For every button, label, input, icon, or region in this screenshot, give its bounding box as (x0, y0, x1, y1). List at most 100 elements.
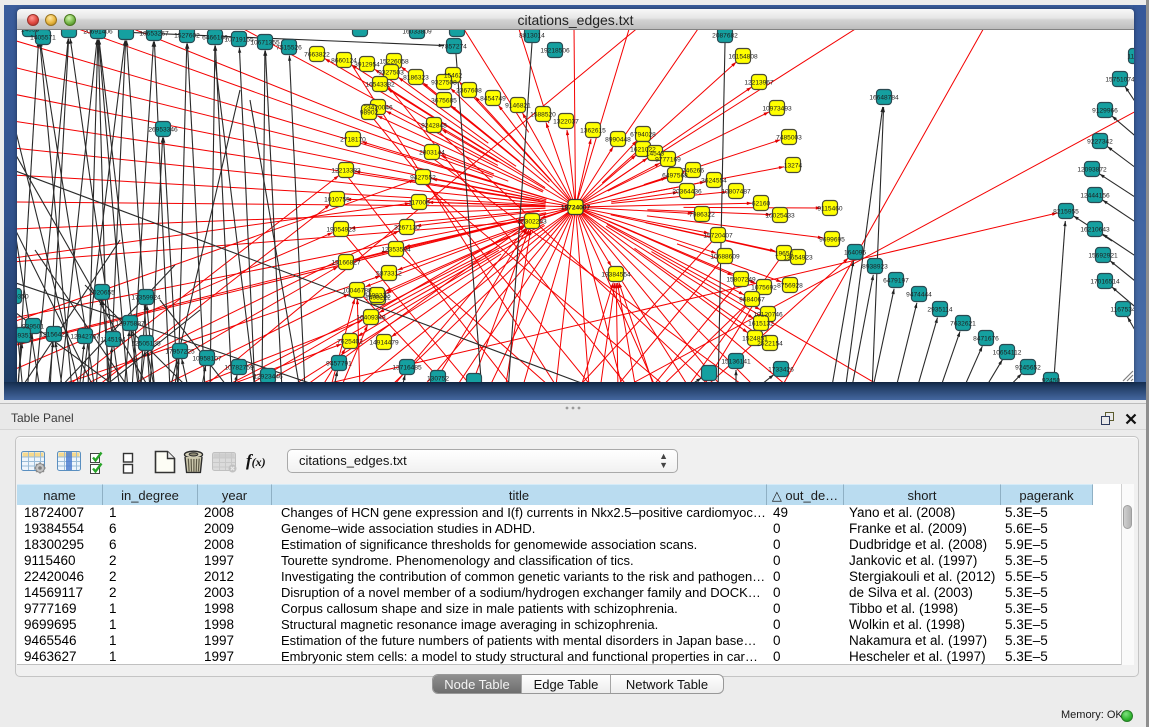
svg-text:12942737: 12942737 (70, 334, 100, 341)
svg-text:10120746: 10120746 (753, 312, 783, 319)
svg-text:16543382: 16543382 (365, 82, 395, 89)
svg-text:7515526: 7515526 (276, 45, 302, 52)
svg-text:25302283: 25302283 (517, 219, 547, 226)
svg-text:6479197: 6479197 (883, 278, 909, 285)
svg-text:17957225: 17957225 (165, 349, 195, 356)
svg-text:7986322: 7986322 (689, 212, 715, 219)
svg-text:17016514: 17016514 (1090, 279, 1120, 286)
svg-text:10807487: 10807487 (721, 189, 751, 196)
svg-text:9684067: 9684067 (739, 297, 765, 304)
svg-text:164095: 164095 (844, 250, 866, 257)
svg-text:939501: 939501 (22, 324, 44, 331)
svg-text:26260350: 26260350 (17, 294, 29, 301)
svg-text:8471676: 8471676 (973, 336, 999, 343)
svg-text:20364436: 20364436 (672, 189, 702, 196)
svg-text:16648784: 16648784 (869, 95, 899, 102)
svg-text:8215955: 8215955 (1053, 209, 1079, 216)
svg-text:8813014: 8813014 (519, 33, 545, 40)
svg-text:1075692: 1075692 (751, 285, 777, 292)
svg-text:9457791: 9457791 (326, 361, 352, 368)
svg-text:19166827: 19166827 (331, 260, 361, 267)
svg-text:12213383: 12213383 (331, 168, 361, 175)
svg-text:9327508: 9327508 (431, 80, 457, 87)
svg-text:12444156: 12444156 (1080, 193, 1110, 200)
svg-text:13716485: 13716485 (392, 365, 422, 372)
svg-text:1010755: 1010755 (324, 197, 350, 204)
svg-text:2718170: 2718170 (340, 137, 366, 144)
svg-text:9699695: 9699695 (819, 237, 845, 244)
svg-text:2803144: 2803144 (419, 150, 445, 157)
svg-text:3675685: 3675685 (431, 98, 457, 105)
svg-text:20691406: 20691406 (83, 30, 113, 36)
svg-text:13654923: 13654923 (783, 255, 813, 262)
svg-text:9129966: 9129966 (1092, 108, 1118, 115)
svg-text:2935114: 2935114 (927, 307, 953, 314)
svg-text:12156429: 12156429 (39, 332, 69, 339)
svg-text:130752: 130752 (427, 376, 449, 383)
svg-text:19384554: 19384554 (601, 272, 631, 279)
svg-text:1405571: 1405571 (30, 35, 56, 42)
svg-text:16033809: 16033809 (402, 30, 432, 36)
svg-text:15462: 15462 (444, 73, 463, 80)
svg-text:19054923: 19054923 (326, 227, 356, 234)
svg-text:1362615: 1362615 (580, 128, 606, 135)
svg-text:17359924: 17359924 (131, 295, 161, 302)
svg-text:14055: 14055 (21, 30, 40, 34)
svg-text:9474444: 9474444 (906, 292, 932, 299)
svg-text:7663822: 7663822 (304, 52, 330, 59)
svg-text:10025433: 10025433 (765, 213, 795, 220)
svg-text:9146821: 9146821 (505, 103, 531, 110)
svg-text:15751074: 15751074 (1105, 77, 1134, 84)
svg-text:11125: 11125 (1127, 54, 1134, 61)
svg-text:117006: 117006 (408, 200, 430, 207)
svg-text:1527602: 1527602 (174, 33, 200, 40)
svg-text:13975887: 13975887 (115, 321, 145, 328)
svg-text:9115460: 9115460 (817, 206, 843, 213)
svg-text:19218506: 19218506 (540, 48, 570, 55)
svg-text:10653267: 10653267 (139, 31, 169, 38)
svg-text:98902: 98902 (360, 110, 379, 117)
svg-text:10958107: 10958107 (192, 356, 222, 363)
svg-text:15720407: 15720407 (703, 233, 733, 240)
svg-text:13274: 13274 (784, 163, 803, 170)
svg-text:15136141: 15136141 (721, 359, 751, 366)
svg-text:9242848: 9242848 (421, 123, 447, 130)
svg-text:7485003: 7485003 (776, 135, 802, 142)
svg-text:15226058: 15226058 (379, 59, 409, 66)
svg-text:10654112: 10654112 (993, 350, 1022, 357)
svg-text:10973493: 10973493 (762, 106, 792, 113)
svg-text:10782759: 10782759 (224, 365, 254, 372)
svg-text:5498222: 5498222 (364, 293, 390, 300)
svg-text:1145194: 1145194 (100, 337, 126, 344)
svg-text:2367608: 2367608 (456, 88, 482, 95)
svg-text:3624554: 3624554 (701, 178, 727, 185)
svg-text:9227342: 9227342 (1087, 139, 1113, 146)
svg-text:3912954: 3912954 (354, 62, 380, 69)
svg-text:39351: 39351 (17, 333, 32, 340)
svg-text:12923446: 12923446 (253, 374, 283, 381)
svg-text:5873312: 5873312 (376, 271, 402, 278)
svg-text:8756928: 8756928 (777, 283, 803, 290)
svg-text:7625402: 7625402 (337, 339, 363, 346)
svg-text:1588520: 1588520 (530, 112, 556, 119)
svg-text:15692921: 15692921 (1088, 253, 1118, 260)
svg-text:7857274: 7857274 (441, 44, 467, 51)
svg-text:16210643: 16210643 (1080, 227, 1110, 234)
svg-text:8454749: 8454749 (480, 96, 506, 103)
svg-text:1733426: 1733426 (768, 367, 794, 374)
svg-text:1167534: 1167534 (1110, 307, 1134, 314)
svg-text:9427552: 9427552 (410, 175, 436, 182)
svg-text:26953346: 26953346 (148, 127, 178, 134)
svg-text:2087682: 2087682 (712, 33, 738, 40)
svg-text:18724007: 18724007 (561, 205, 591, 212)
svg-text:12505135: 12505135 (131, 341, 161, 348)
svg-text:12353594: 12353594 (381, 247, 411, 254)
svg-text:92450: 92450 (1042, 378, 1061, 383)
svg-text:1322037: 1322037 (553, 119, 579, 126)
svg-text:10688609: 10688609 (710, 254, 740, 261)
svg-text:8938923: 8938923 (862, 264, 888, 271)
svg-text:2522154: 2522154 (757, 341, 783, 348)
svg-text:1615132: 1615132 (748, 321, 774, 328)
svg-text:16409348: 16409348 (356, 315, 386, 322)
svg-text:62160: 62160 (752, 201, 771, 208)
